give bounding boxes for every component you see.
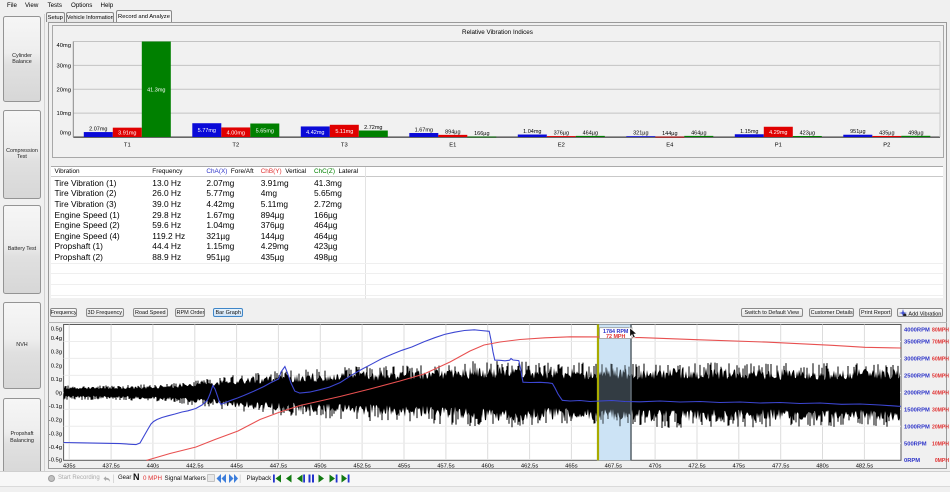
svg-text:P1: P1 xyxy=(775,143,782,149)
svg-text:80MPH: 80MPH xyxy=(932,327,949,333)
svg-text:1.67mg: 1.67mg xyxy=(415,128,433,134)
svg-text:457.5s: 457.5s xyxy=(437,464,455,470)
svg-text:144µg: 144µg xyxy=(662,131,677,137)
svg-text:2.07mg: 2.07mg xyxy=(89,127,107,133)
svg-text:70MPH: 70MPH xyxy=(932,340,949,346)
svg-text:0.4g: 0.4g xyxy=(51,336,62,342)
svg-text:-0.5g: -0.5g xyxy=(49,458,62,464)
svg-text:2500RPM: 2500RPM xyxy=(904,374,930,380)
svg-text:467.5s: 467.5s xyxy=(605,464,623,470)
svg-text:464µg: 464µg xyxy=(691,130,706,136)
svg-text:480s: 480s xyxy=(816,464,829,470)
svg-text:72 MPH: 72 MPH xyxy=(606,334,626,340)
svg-text:-0.3g: -0.3g xyxy=(49,431,62,437)
svg-text:951µg: 951µg xyxy=(850,129,865,135)
svg-text:4.00mg: 4.00mg xyxy=(227,130,245,136)
svg-text:894µg: 894µg xyxy=(445,129,460,135)
svg-text:1.04mg: 1.04mg xyxy=(523,129,541,135)
svg-text:0mg: 0mg xyxy=(60,131,71,137)
svg-text:321µg: 321µg xyxy=(633,131,648,137)
svg-text:445s: 445s xyxy=(230,464,243,470)
svg-text:30MPH: 30MPH xyxy=(932,408,949,414)
svg-text:450s: 450s xyxy=(314,464,327,470)
svg-text:4000RPM: 4000RPM xyxy=(904,327,930,333)
svg-text:10MPH: 10MPH xyxy=(932,441,949,447)
svg-text:465s: 465s xyxy=(565,464,578,470)
svg-text:T1: T1 xyxy=(124,143,131,149)
svg-text:498µg: 498µg xyxy=(908,130,923,136)
svg-text:0RPM: 0RPM xyxy=(904,458,920,464)
svg-text:423µg: 423µg xyxy=(800,131,815,137)
svg-text:464µg: 464µg xyxy=(583,130,598,136)
svg-text:40MPH: 40MPH xyxy=(932,391,949,397)
svg-text:E2: E2 xyxy=(558,143,565,149)
svg-text:50MPH: 50MPH xyxy=(932,374,949,380)
svg-text:-0.4g: -0.4g xyxy=(49,445,62,451)
svg-text:435µg: 435µg xyxy=(879,131,894,137)
svg-text:-0.1g: -0.1g xyxy=(49,404,62,410)
svg-text:376µg: 376µg xyxy=(554,131,569,137)
svg-text:E1: E1 xyxy=(449,143,456,149)
svg-text:475s: 475s xyxy=(733,464,746,470)
svg-text:0MPH: 0MPH xyxy=(935,458,949,464)
svg-text:10mg: 10mg xyxy=(56,111,71,117)
svg-text:447.5s: 447.5s xyxy=(270,464,288,470)
svg-text:5.11mg: 5.11mg xyxy=(335,129,353,135)
svg-text:2000RPM: 2000RPM xyxy=(904,391,930,397)
svg-text:442.5s: 442.5s xyxy=(186,464,204,470)
svg-text:437.5s: 437.5s xyxy=(102,464,120,470)
svg-text:60MPH: 60MPH xyxy=(932,357,949,363)
svg-text:500RPM: 500RPM xyxy=(904,441,927,447)
svg-text:452.5s: 452.5s xyxy=(353,464,371,470)
svg-text:41.3mg: 41.3mg xyxy=(147,87,165,93)
svg-text:472.5s: 472.5s xyxy=(688,464,706,470)
svg-text:5.77mg: 5.77mg xyxy=(198,128,216,134)
svg-text:460s: 460s xyxy=(481,464,494,470)
svg-text:440s: 440s xyxy=(147,464,160,470)
svg-text:4.29mg: 4.29mg xyxy=(769,130,787,136)
svg-text:0.1g: 0.1g xyxy=(51,377,62,383)
svg-text:2.72mg: 2.72mg xyxy=(364,125,382,131)
svg-text:20mg: 20mg xyxy=(56,87,71,93)
svg-text:166µg: 166µg xyxy=(474,131,489,137)
svg-text:E4: E4 xyxy=(666,143,674,149)
svg-text:30mg: 30mg xyxy=(56,64,71,70)
svg-text:477.5s: 477.5s xyxy=(772,464,790,470)
svg-text:1.15mg: 1.15mg xyxy=(740,129,758,135)
svg-text:462.5s: 462.5s xyxy=(521,464,539,470)
svg-text:T3: T3 xyxy=(341,143,348,149)
svg-text:0.2g: 0.2g xyxy=(51,363,62,369)
svg-text:0.3g: 0.3g xyxy=(51,350,62,356)
svg-text:1500RPM: 1500RPM xyxy=(904,408,930,414)
svg-text:20MPH: 20MPH xyxy=(932,425,949,431)
svg-text:0.5g: 0.5g xyxy=(51,327,62,333)
svg-text:3.91mg: 3.91mg xyxy=(118,130,136,136)
svg-text:5.65mg: 5.65mg xyxy=(256,128,274,134)
svg-text:435s: 435s xyxy=(63,464,76,470)
svg-text:455s: 455s xyxy=(398,464,411,470)
svg-text:-0.2g: -0.2g xyxy=(49,418,62,424)
svg-text:1000RPM: 1000RPM xyxy=(904,425,930,431)
svg-text:0g: 0g xyxy=(56,391,62,397)
svg-text:T2: T2 xyxy=(232,143,239,149)
svg-text:3000RPM: 3000RPM xyxy=(904,357,930,363)
svg-text:3500RPM: 3500RPM xyxy=(904,340,930,346)
svg-text:P2: P2 xyxy=(883,143,890,149)
svg-text:482.5s: 482.5s xyxy=(856,464,874,470)
svg-text:40mg: 40mg xyxy=(56,43,71,49)
svg-text:470s: 470s xyxy=(649,464,662,470)
svg-text:4.42mg: 4.42mg xyxy=(306,130,324,136)
